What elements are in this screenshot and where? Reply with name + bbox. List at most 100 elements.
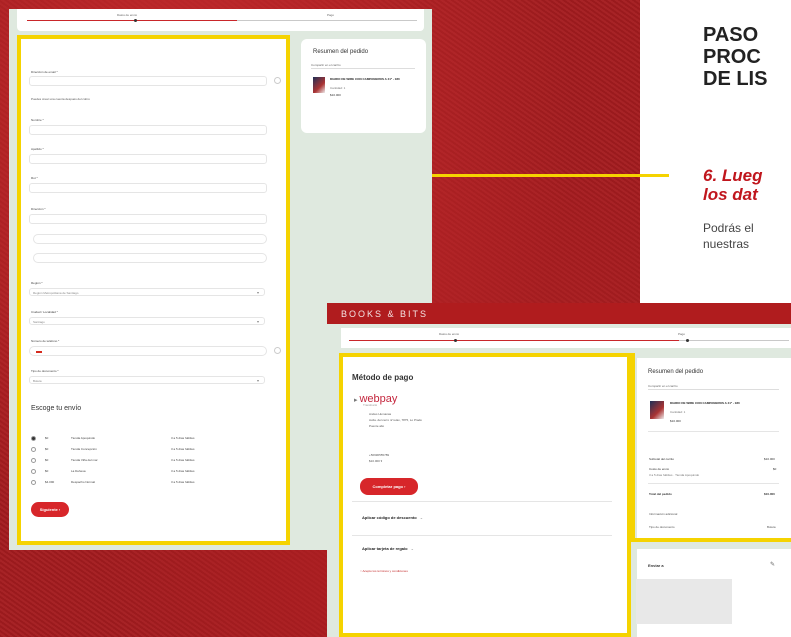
total-label: Total del pedido: [649, 492, 672, 496]
radio-unselected[interactable]: [31, 469, 36, 474]
info-icon[interactable]: [274, 347, 281, 354]
direccion-field[interactable]: [29, 214, 267, 224]
book-quantity: Cantidad: 1: [330, 86, 346, 90]
chile-flag-icon[interactable]: [36, 349, 42, 353]
cart-select[interactable]: Compartir en el carrito: [648, 384, 779, 390]
discount-code-link[interactable]: Aplicar código de descuento ⌄: [362, 515, 423, 520]
radio-unselected[interactable]: [31, 480, 36, 485]
shipping-option[interactable]: $0 La Dehesa 3 a 5 días hábiles: [31, 469, 231, 474]
book-price: $10.000: [670, 419, 681, 423]
slide-title: PASO PROC DE LIS: [703, 24, 768, 90]
webpay-subtitle: Transbank: [363, 403, 378, 407]
progress-step-payment: Pago: [327, 13, 335, 17]
progress-dot: [134, 19, 137, 22]
email-field[interactable]: [29, 76, 267, 86]
subtotal-value: $10.000: [764, 457, 775, 461]
document-type-label: Tipo de documento: [649, 525, 675, 529]
terms-checkbox[interactable]: ○ Acepto los términos y condiciones: [360, 569, 408, 573]
chevron-down-icon: ▾: [257, 378, 260, 383]
checkout-progress: Datos de envío Pago: [341, 328, 791, 348]
shipping-note: 3 a 5 días hábiles · Tienda Apoquindo: [649, 473, 700, 477]
checkout-payment-screenshot: BOOKS & BITS Datos de envío Pago Método …: [327, 303, 791, 637]
direccion-line3-field[interactable]: [33, 253, 267, 263]
account-help-text: Puedes crear una cuenta después del cobr…: [31, 97, 90, 101]
subtotal-label: Subtotal del carrito: [649, 457, 675, 461]
radio-unselected[interactable]: [31, 447, 36, 452]
progress-fill: [349, 340, 679, 341]
shipping-option[interactable]: $0 Tienda Apoquindo 3 a 5 días hábiles: [31, 436, 231, 441]
step-description: Podrás el nuestras: [703, 221, 754, 251]
progress-dot: [686, 339, 689, 342]
book-title: DIARIO DE WIRE CON CAMPANEROS A 41º - 18…: [330, 77, 400, 81]
tipo-documento-label: Tipo de documento *: [31, 369, 59, 373]
ciudad-label: Ciudad / Localidad *: [31, 310, 58, 314]
summary-highlight-frame: [631, 353, 635, 542]
chevron-down-icon: ⌄: [410, 546, 414, 551]
region-label: Región *: [31, 281, 43, 285]
summary-title: Resumen del pedido: [648, 369, 704, 375]
summary-highlight-frame: [631, 538, 791, 542]
divider: [352, 501, 612, 502]
next-button[interactable]: Siguiente ›: [31, 502, 69, 517]
book-cover-image: [650, 401, 664, 419]
telefono-field[interactable]: [29, 346, 267, 356]
book-title: DIARIO DE WIRE CON CAMPANEROS A 41º - 18…: [670, 401, 740, 405]
shipping-section-title: Escoge tu envío: [31, 405, 82, 412]
progress-step-shipping: Datos de envío: [117, 13, 138, 17]
payer-city: Puente alto: [369, 424, 385, 428]
cart-select[interactable]: Compartir en el carrito: [311, 63, 415, 69]
ship-to-address-box: [636, 579, 732, 624]
rut-label: Rut *: [31, 176, 38, 180]
radio-unselected[interactable]: [31, 458, 36, 463]
edit-icon[interactable]: ✎: [770, 561, 775, 568]
progress-step-shipping: Datos de envío: [439, 332, 460, 336]
rut-field[interactable]: [29, 183, 267, 193]
book-price: $10.000: [330, 93, 341, 97]
progress-fill: [27, 20, 237, 21]
order-summary-card: Resumen del pedido Compartir en el carri…: [637, 358, 791, 541]
radio-selected[interactable]: [31, 436, 36, 441]
document-type-value: Boleta: [767, 525, 776, 529]
chevron-down-icon: ▾: [257, 290, 260, 295]
ciudad-select[interactable]: Santiago: [29, 317, 265, 325]
book-quantity: Cantidad: 1: [670, 410, 686, 414]
order-summary-card: Resumen del pedido Compartir en el carri…: [301, 39, 426, 133]
shipping-option[interactable]: $4.090 Despacho Normal 3 a 5 días hábile…: [31, 480, 231, 485]
apellido-label: Apellido *: [31, 147, 44, 151]
shipping-label: Costo de envío: [649, 467, 670, 471]
direccion-label: Dirección *: [31, 207, 46, 211]
shipping-option[interactable]: $0 Tienda Concepción 3 a 5 días hábiles: [31, 447, 231, 452]
telefono-label: Número de teléfono *: [31, 339, 60, 343]
ship-to-title: Enviar a: [648, 563, 664, 568]
payer-name: Andes Humanas: [369, 412, 392, 416]
info-icon[interactable]: [274, 77, 281, 84]
summary-title: Resumen del pedido: [313, 49, 369, 55]
direccion-line2-field[interactable]: [33, 234, 267, 244]
shipping-value: $0: [773, 467, 777, 471]
store-header: BOOKS & BITS: [327, 303, 791, 324]
payer-phone: +56996555789: [369, 453, 390, 457]
divider: [352, 535, 612, 536]
region-select[interactable]: Región Metropolitana de Santiago: [29, 288, 265, 296]
tipo-documento-select[interactable]: Boleta: [29, 376, 265, 384]
apellido-field[interactable]: [29, 154, 267, 164]
nombre-label: Nombre *: [31, 118, 44, 122]
divider: [648, 483, 779, 484]
ship-to-card: Enviar a ✎: [636, 549, 791, 637]
nombre-field[interactable]: [29, 125, 267, 135]
gift-card-link[interactable]: Aplicar tarjeta de regalo ⌄: [362, 546, 414, 551]
email-label: Dirección de email *: [31, 70, 58, 74]
divider: [648, 431, 779, 432]
extra-info-label: Información adicional: [649, 512, 678, 516]
store-logo[interactable]: BOOKS & BITS: [341, 309, 428, 319]
payment-method-title: Método de pago: [352, 373, 414, 382]
complete-payment-button[interactable]: Completar pago ›: [360, 478, 418, 495]
chevron-down-icon: ▾: [257, 319, 260, 324]
progress-step-payment: Pago: [678, 332, 686, 336]
payer-address: Avda. del cerro 4/ relax, 7875, Lo Prado: [369, 418, 422, 422]
checkout-progress: Datos de envío Pago: [17, 9, 424, 31]
shipping-option[interactable]: $0 Tienda Viña del mar 3 a 5 días hábile…: [31, 458, 231, 463]
book-cover-image: [313, 77, 325, 93]
progress-dot: [454, 339, 457, 342]
payment-amount: $10.000 ▾: [369, 459, 383, 463]
